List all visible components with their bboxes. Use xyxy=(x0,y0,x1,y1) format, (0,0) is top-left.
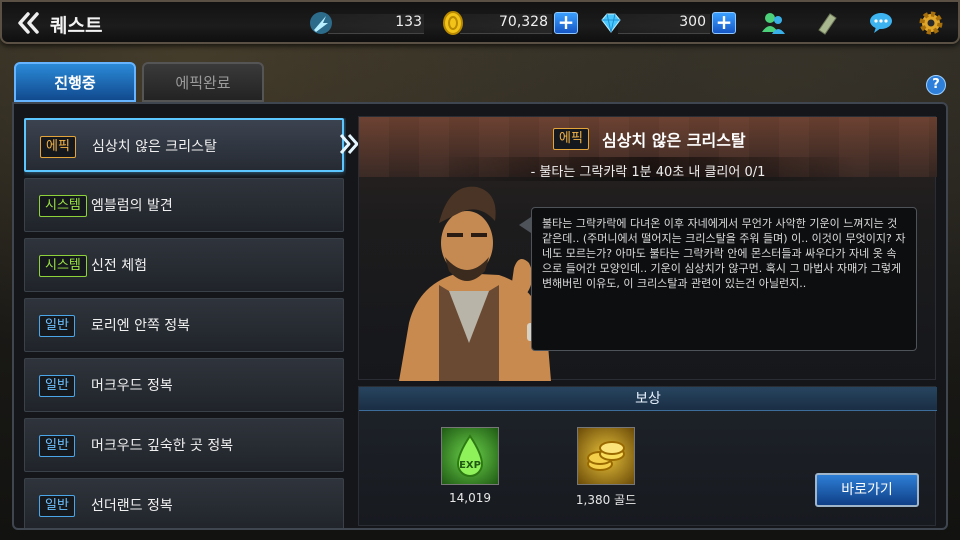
quest-name: 심상치 않은 크리스탈 xyxy=(92,139,217,155)
help-icon[interactable]: ? xyxy=(926,75,946,95)
stamina-value: 133 xyxy=(395,14,422,30)
stamina-resource: 133 xyxy=(308,10,424,36)
diamond-icon xyxy=(601,13,621,33)
exp-reward-value: 14,019 xyxy=(449,491,491,505)
quest-name: 엠블럼의 발견 xyxy=(91,198,173,214)
exp-potion-icon: EXP xyxy=(441,427,499,485)
page-title: 퀘스트 xyxy=(50,15,103,37)
gold-resource: 70,328 + xyxy=(440,10,580,36)
gold-value: 70,328 xyxy=(499,14,548,30)
quest-item-6[interactable]: 일반 선더랜드 정복 xyxy=(24,478,344,528)
gold-coin-icon xyxy=(443,11,463,35)
quest-name: 신전 체험 xyxy=(91,258,147,274)
quest-detail-panel: 에픽 심상치 않은 크리스탈 - 불타는 그락카락 1분 40초 내 클리어 0… xyxy=(358,116,937,381)
reward-panel: 보상 EXP 14,019 1,380 골드 바로가기 xyxy=(358,386,937,526)
friends-icon[interactable] xyxy=(760,10,786,36)
quest-name: 선더랜드 정복 xyxy=(91,498,173,514)
quest-category-badge: 일반 xyxy=(39,435,75,457)
chat-bubble-icon[interactable] xyxy=(868,10,894,36)
quest-item-5[interactable]: 일반 머크우드 깊숙한 곳 정복 xyxy=(24,418,344,472)
selected-double-chevron-icon xyxy=(338,132,360,161)
quest-item-3[interactable]: 일반 로리엔 안쪽 정복 xyxy=(24,298,344,352)
go-now-button[interactable]: 바로가기 xyxy=(815,473,919,507)
quest-list[interactable]: 에픽 심상치 않은 크리스탈 시스템 엠블럼의 발견 시스템 신전 체험 일반 … xyxy=(24,118,346,528)
detail-title-row: 에픽 심상치 않은 크리스탈 xyxy=(553,127,746,151)
stamina-lightning-icon xyxy=(310,12,332,34)
quest-category-badge: 에픽 xyxy=(40,136,76,158)
quest-category-badge: 일반 xyxy=(39,375,75,397)
tab-in-progress[interactable]: 진행중 xyxy=(14,62,136,102)
detail-category-badge: 에픽 xyxy=(553,128,589,150)
quest-category-badge: 일반 xyxy=(39,315,75,337)
quest-item-2[interactable]: 시스템 신전 체험 xyxy=(24,238,344,292)
add-gem-button[interactable]: + xyxy=(712,12,736,34)
detail-title: 심상치 않은 크리스탈 xyxy=(602,131,746,150)
npc-dialog-box: 불타는 그락카락에 다녀온 이후 자네에게서 무언가 사악한 기운이 느껴지는 … xyxy=(531,207,917,351)
settings-gear-icon[interactable] xyxy=(918,10,944,36)
gold-reward-value: 1,380 골드 xyxy=(575,493,637,507)
top-bar: 퀘스트 133 70,328 + 300 + xyxy=(0,0,960,44)
add-gold-button[interactable]: + xyxy=(554,12,578,34)
quest-name: 로리엔 안쪽 정복 xyxy=(91,318,191,334)
document-icon[interactable] xyxy=(814,10,840,36)
exp-label: EXP xyxy=(459,460,481,471)
gem-resource: 300 + xyxy=(598,10,738,36)
quest-category-badge: 일반 xyxy=(39,495,75,517)
back-double-chevron-icon[interactable] xyxy=(16,10,42,36)
quest-category-badge: 시스템 xyxy=(39,195,87,217)
quest-name: 머크우드 깊숙한 곳 정복 xyxy=(91,438,234,454)
quest-item-1[interactable]: 시스템 엠블럼의 발견 xyxy=(24,178,344,232)
quest-window: 에픽 심상치 않은 크리스탈 시스템 엠블럼의 발견 시스템 신전 체험 일반 … xyxy=(12,102,948,530)
gem-value: 300 xyxy=(679,14,706,30)
quest-item-0[interactable]: 에픽 심상치 않은 크리스탈 xyxy=(24,118,344,172)
reward-header: 보상 xyxy=(359,387,937,411)
quest-item-4[interactable]: 일반 머크우드 정복 xyxy=(24,358,344,412)
quest-category-badge: 시스템 xyxy=(39,255,87,277)
tab-epic-completed[interactable]: 에픽완료 xyxy=(142,62,264,102)
quest-name: 머크우드 정복 xyxy=(91,378,173,394)
gold-coins-icon xyxy=(577,427,635,485)
